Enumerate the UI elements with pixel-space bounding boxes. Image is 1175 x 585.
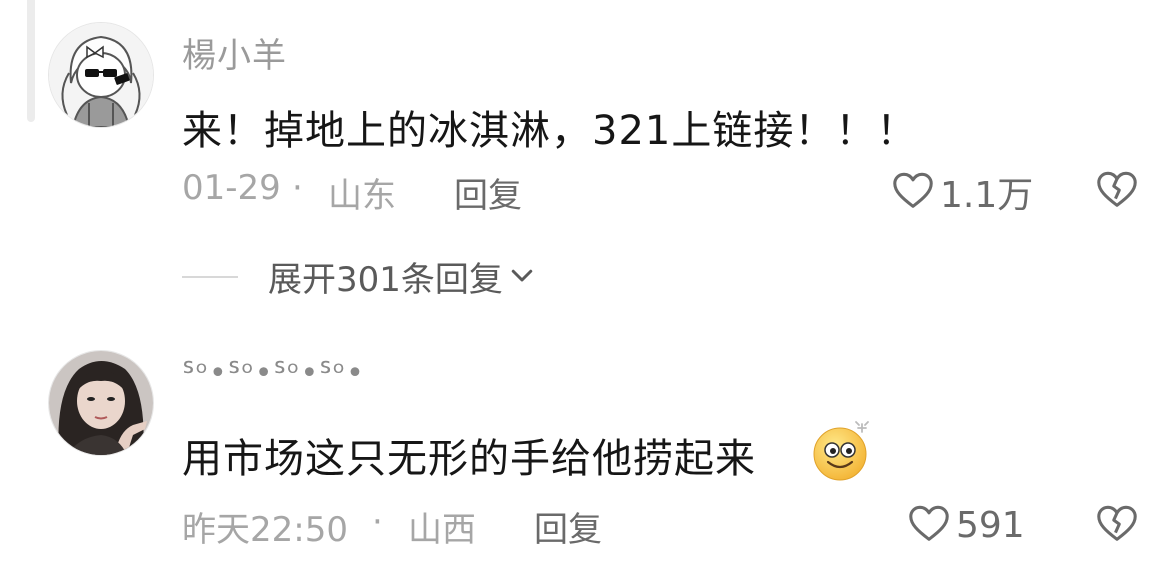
broken-heart-icon bbox=[1094, 171, 1140, 216]
comment-location: 山东 bbox=[328, 176, 396, 216]
avatar[interactable] bbox=[48, 22, 154, 128]
smile-emoji-icon bbox=[810, 418, 876, 488]
heart-outline-icon bbox=[890, 167, 936, 217]
broken-heart-icon bbox=[1094, 505, 1140, 550]
username[interactable]: 楊小羊 bbox=[182, 28, 287, 77]
comment-date: 昨天22:50 bbox=[182, 510, 348, 550]
expand-replies-label: 展开301条回复 bbox=[268, 260, 503, 300]
thread-indicator bbox=[27, 0, 35, 122]
meta-separator: · bbox=[292, 168, 303, 208]
like-button[interactable]: 1.1万 bbox=[890, 166, 1033, 218]
expand-replies-button[interactable]: 展开301条回复 bbox=[182, 252, 537, 301]
like-count: 1.1万 bbox=[940, 175, 1034, 216]
comment-date: 01-29 bbox=[182, 168, 281, 208]
reply-button[interactable]: 回复 bbox=[454, 168, 522, 217]
dislike-button[interactable] bbox=[1094, 500, 1140, 550]
comment-text: 来！掉地上的冰淇淋，321上链接！！！ bbox=[182, 108, 918, 154]
chevron-down-icon bbox=[507, 260, 537, 294]
divider bbox=[182, 275, 238, 278]
dislike-button[interactable] bbox=[1094, 166, 1140, 216]
like-count: 591 bbox=[956, 504, 1025, 546]
meta-separator: · bbox=[372, 502, 383, 542]
heart-outline-icon bbox=[906, 500, 952, 550]
like-button[interactable]: 591 bbox=[906, 500, 1025, 550]
reply-button[interactable]: 回复 bbox=[534, 502, 602, 551]
avatar[interactable] bbox=[48, 350, 154, 456]
comment-location: 山西 bbox=[408, 510, 476, 550]
username[interactable]: ᔆᵒ•ᔆᵒ•ᔆᵒ•ᔆᵒ• bbox=[182, 356, 365, 391]
comment-text: 用市场这只无形的手给他捞起来 bbox=[182, 436, 756, 482]
